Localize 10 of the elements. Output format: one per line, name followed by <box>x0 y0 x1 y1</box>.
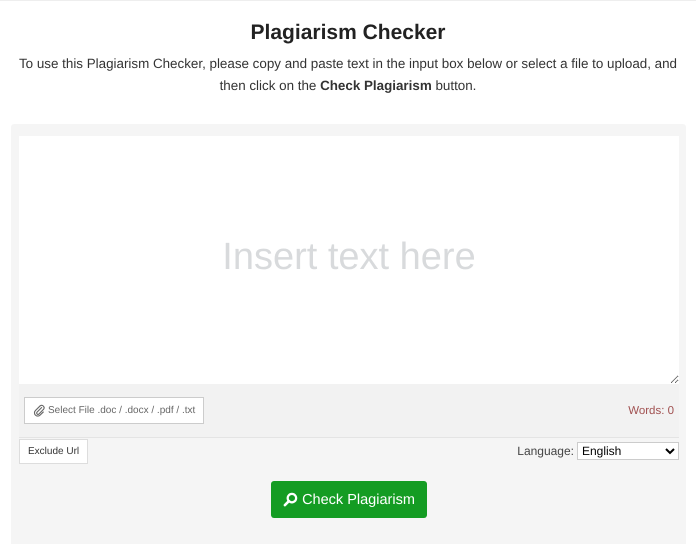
exclude-url-button[interactable]: Exclude Url <box>19 438 88 464</box>
language-select[interactable]: English <box>577 442 679 460</box>
select-file-button[interactable]: Select File .doc / .docx / .pdf / .txt <box>24 397 204 424</box>
search-icon <box>283 492 298 507</box>
word-count: Words: 0 <box>628 404 674 416</box>
check-plagiarism-button[interactable]: Check Plagiarism <box>271 481 427 518</box>
language-label: Language: <box>517 444 574 458</box>
intro-text: To use this Plagiarism Checker, please copy and paste text in the input box below or select a file to upload, and then click on the Check Plagiarism button. <box>18 55 678 95</box>
page-title: Plagiarism Checker <box>250 20 446 46</box>
paperclip-icon <box>33 404 46 417</box>
